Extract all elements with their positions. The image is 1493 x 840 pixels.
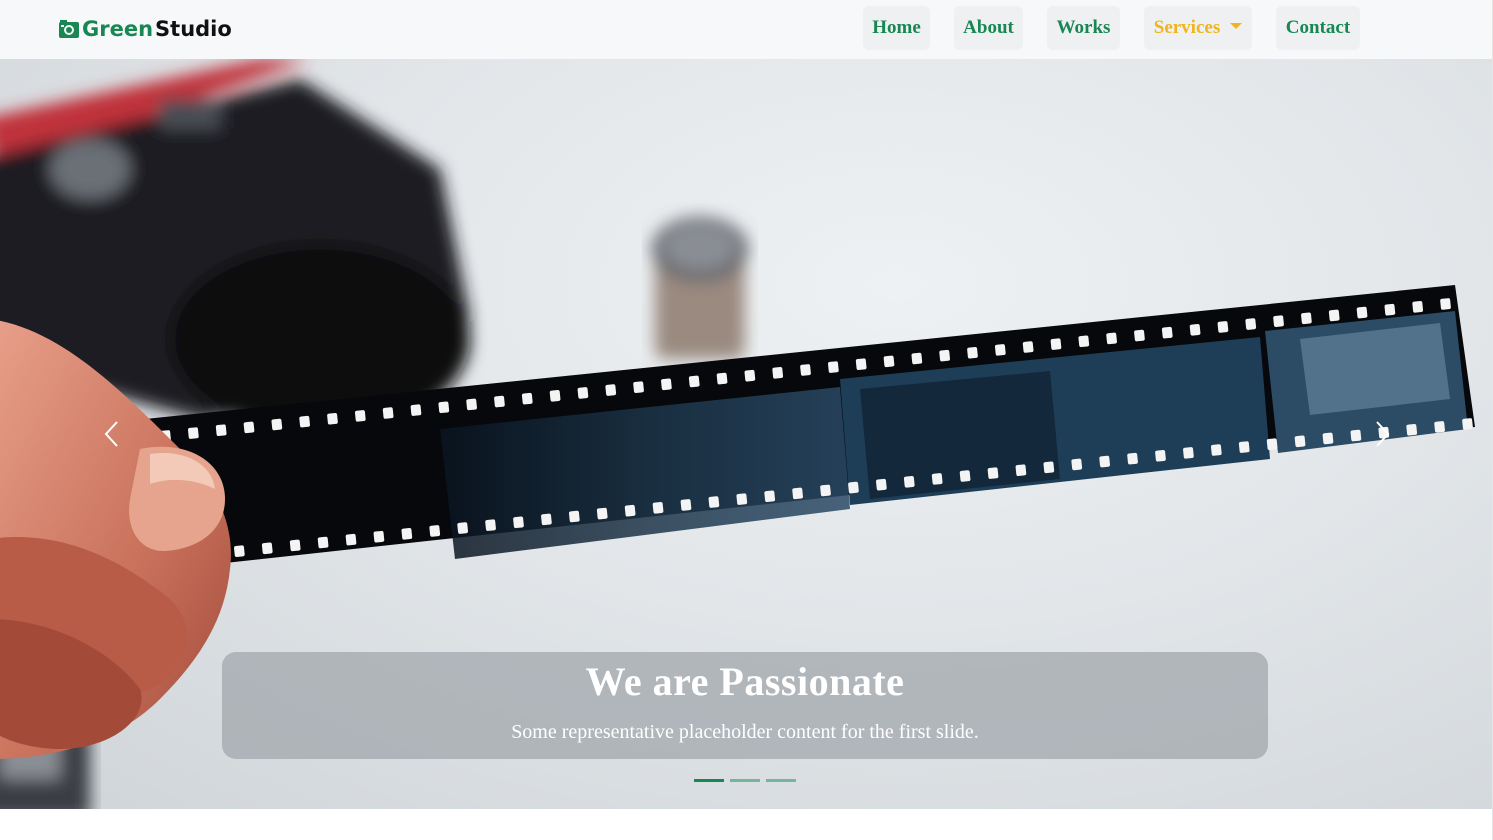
brand-name-green: Green bbox=[82, 17, 154, 41]
carousel-indicator-2[interactable] bbox=[730, 779, 760, 782]
nav-services-dropdown[interactable]: Services bbox=[1144, 6, 1252, 50]
carousel-prev-button[interactable] bbox=[92, 414, 132, 454]
caret-down-icon bbox=[1230, 23, 1243, 29]
nav-works[interactable]: Works bbox=[1047, 6, 1120, 50]
chevron-right-icon bbox=[1376, 421, 1390, 447]
brand-logo[interactable]: Green Studio bbox=[58, 14, 232, 44]
nav-about[interactable]: About bbox=[954, 6, 1023, 50]
brand-name-studio: Studio bbox=[155, 17, 232, 41]
nav-home[interactable]: Home bbox=[863, 6, 930, 50]
carousel-next-button[interactable] bbox=[1362, 414, 1402, 454]
navbar: Green Studio Home About Works Services Co… bbox=[0, 0, 1493, 59]
nav-contact[interactable]: Contact bbox=[1276, 6, 1360, 50]
camera-icon bbox=[58, 18, 80, 40]
hero-carousel: We are Passionate Some representative pl… bbox=[0, 59, 1493, 809]
carousel-indicator-3[interactable] bbox=[766, 779, 796, 782]
carousel-indicator-1[interactable] bbox=[694, 779, 724, 782]
slide-caption-text: Some representative placeholder content … bbox=[511, 721, 979, 743]
nav-contact-label: Contact bbox=[1285, 17, 1351, 38]
nav-works-label: Works bbox=[1056, 17, 1111, 38]
slide-caption-title: We are Passionate bbox=[585, 659, 905, 704]
slide-caption: We are Passionate Some representative pl… bbox=[222, 652, 1268, 759]
chevron-left-icon bbox=[104, 421, 118, 447]
nav-about-label: About bbox=[963, 17, 1014, 38]
nav-services-label: Services bbox=[1153, 17, 1221, 38]
carousel-indicators bbox=[694, 779, 796, 783]
nav-home-label: Home bbox=[872, 17, 921, 38]
